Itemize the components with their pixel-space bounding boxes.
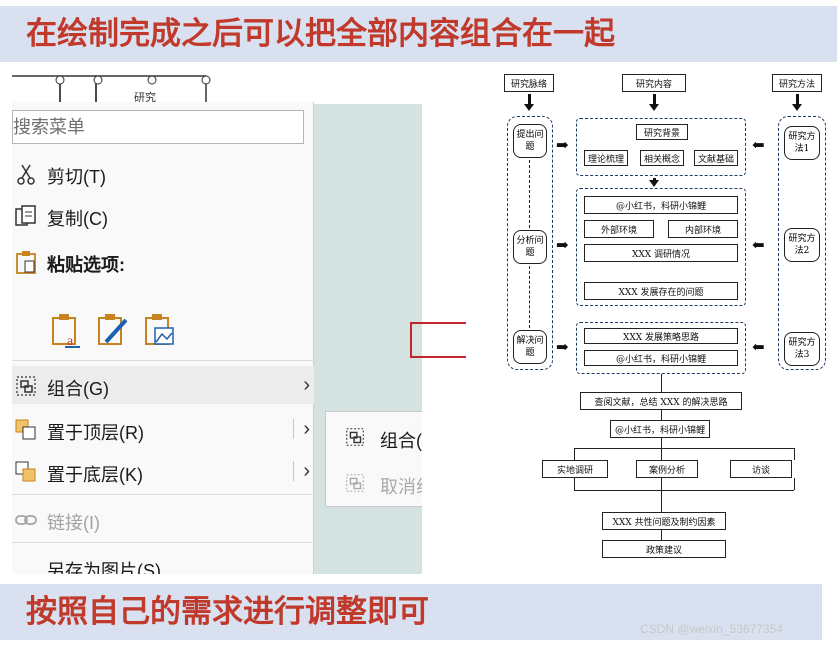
menu-item-bring-to-front[interactable]: 置于顶层(R) ›: [12, 410, 314, 448]
left-arrow-icon: ⬅: [752, 136, 765, 154]
down-arrow-icon: [649, 104, 659, 111]
menu-item-label: 粘贴选项:: [47, 255, 125, 275]
menu-item-label: 置于顶层(R): [47, 423, 144, 443]
block2-status: XXX 调研情况: [584, 244, 738, 262]
paste-keep-text-icon[interactable]: a: [50, 312, 84, 349]
top-label-context: 研究脉络: [504, 74, 554, 92]
csdn-watermark: CSDN @weixin_53677354: [640, 622, 783, 636]
diagram-shape-strip: 研究: [12, 74, 422, 105]
top-banner-title: 在绘制完成之后可以把全部内容组合在一起: [0, 6, 837, 62]
highlight-bracket: [410, 322, 466, 358]
research-flowchart: 研究脉络 研究内容 研究方法 提出问题 分析问题 解决问题 研究方法1 研究方法…: [480, 68, 836, 568]
top-label-method: 研究方法: [772, 74, 822, 92]
chevron-right-icon[interactable]: ›: [303, 418, 310, 441]
lower-advice: 政策建议: [602, 540, 726, 558]
paste-format-icon[interactable]: [96, 312, 130, 348]
block2-item: 内部环境: [668, 220, 738, 238]
lower-method: 实地调研: [542, 460, 608, 478]
menu-item-save-as-picture[interactable]: 另存为图片(S)...: [12, 548, 314, 574]
menu-item-label: 组合(G): [47, 379, 109, 399]
ungroup-icon: [346, 474, 364, 492]
down-arrow-icon: [649, 180, 659, 187]
menu-item-label: 剪切(T): [47, 167, 106, 187]
step-analyze-problem: 分析问题: [513, 230, 547, 264]
block1-item: 相关概念: [640, 150, 684, 166]
menu-item-label: 置于底层(K): [47, 465, 143, 485]
method-2: 研究方法2: [784, 228, 820, 262]
chevron-right-icon: ›: [303, 374, 310, 396]
left-arrow-icon: ⬅: [752, 236, 765, 254]
left-arrow-icon: ⬅: [752, 338, 765, 356]
split-divider: [293, 461, 294, 481]
lower-summary: 查阅文献，总结 XXX 的解决思路: [580, 392, 742, 410]
menu-item-copy[interactable]: 复制(C): [12, 196, 314, 234]
link-icon: [15, 515, 37, 525]
paste-options-row: a: [50, 312, 190, 352]
submenu-item-label: 组合(G): [380, 431, 422, 451]
menu-separator: [12, 360, 314, 361]
top-label-content: 研究内容: [622, 74, 686, 92]
right-arrow-icon: ➡: [556, 338, 569, 356]
block3-item: XXX 发展策略思路: [584, 328, 738, 344]
split-divider: [293, 419, 294, 439]
block1-item: 文献基础: [694, 150, 738, 166]
right-arrow-icon: ➡: [556, 236, 569, 254]
menu-item-label: 链接(I): [47, 513, 100, 533]
block1-item: 理论梳理: [584, 150, 628, 166]
method-1: 研究方法1: [784, 126, 820, 160]
submenu-item-label: 取消组合: [380, 477, 422, 497]
step-solve-problem: 解决问题: [513, 330, 547, 364]
search-menu-input[interactable]: 搜索菜单: [12, 110, 304, 144]
submenu-item-group[interactable]: 组合(G): [326, 416, 422, 456]
context-menu-screenshot: 研究 搜索菜单 剪切(T) 复制(C) 粘贴选项: a 组合(G) › 置于顶层…: [12, 74, 422, 574]
menu-item-cut[interactable]: 剪切(T): [12, 154, 314, 192]
group-icon: [346, 428, 364, 446]
scissors-icon: [17, 164, 35, 185]
bring-to-front-icon: [15, 419, 36, 440]
submenu-item-ungroup: 取消组合: [326, 462, 422, 502]
shape-outline-icon: 研究: [12, 75, 211, 105]
right-arrow-icon: ➡: [556, 136, 569, 154]
step-raise-problem: 提出问题: [513, 124, 547, 158]
down-arrow-icon: [792, 104, 802, 111]
group-icon: [16, 376, 36, 396]
group-submenu: 组合(G) 取消组合: [325, 411, 422, 507]
down-arrow-icon: [524, 104, 534, 111]
menu-item-label: 复制(C): [47, 209, 108, 229]
block3-item: @小红书，科研小锦鲤: [584, 350, 738, 366]
block2-item: 外部环境: [584, 220, 654, 238]
lower-method: 访谈: [730, 460, 792, 478]
block1-title: 研究背景: [636, 124, 688, 140]
context-menu: 搜索菜单 剪切(T) 复制(C) 粘贴选项: a 组合(G) › 置于顶层(R)…: [12, 102, 314, 574]
menu-item-paste-options: 粘贴选项:: [12, 242, 314, 280]
method-3: 研究方法3: [784, 332, 820, 366]
menu-item-link: 链接(I): [12, 500, 314, 538]
lower-factors: XXX 共性问题及制约因素: [602, 512, 726, 530]
menu-item-group[interactable]: 组合(G) ›: [12, 366, 314, 404]
send-to-back-icon: [15, 461, 36, 482]
block2-tag: @小红书，科研小锦鲤: [584, 196, 738, 214]
svg-text:a: a: [67, 334, 74, 348]
block2-issue: XXX 发展存在的问题: [584, 282, 738, 300]
copy-icon: [15, 205, 36, 226]
menu-item-send-to-back[interactable]: 置于底层(K) ›: [12, 452, 314, 490]
menu-item-label: 另存为图片(S)...: [47, 561, 176, 574]
paste-picture-icon[interactable]: [143, 312, 177, 348]
paste-icon: [16, 251, 36, 274]
menu-separator: [12, 542, 314, 543]
lower-tag: @小红书，科研小锦鲤: [610, 420, 710, 438]
menu-separator: [12, 494, 314, 495]
chevron-right-icon[interactable]: ›: [303, 460, 310, 483]
lower-method: 案例分析: [636, 460, 698, 478]
